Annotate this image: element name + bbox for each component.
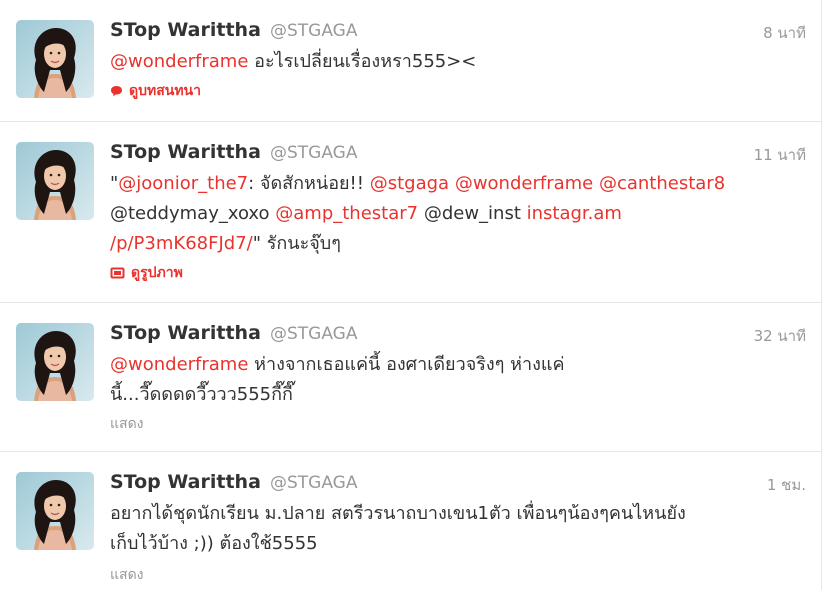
tweet-text-line: "@joonior_the7: จัดสักหน่อย!! @stgaga @w…: [110, 169, 802, 199]
tweet-item[interactable]: STop Warittha @STGAGA 11 นาที "@joonior_…: [0, 122, 822, 303]
tweet-fullname[interactable]: STop Warittha: [110, 19, 261, 41]
tweet-text-segment: : จัดสักหน่อย!!: [248, 173, 370, 194]
tweet-fullname[interactable]: STop Warittha: [110, 322, 261, 344]
tweet-header: STop Warittha @STGAGA 11 นาที: [110, 141, 806, 169]
tweet-timestamp[interactable]: 11 นาที: [754, 143, 806, 167]
mention-link[interactable]: @wonderframe: [110, 51, 248, 72]
tweet-text-line: นี้...วี๊ดดดดวี๊ววว555กี๊กี๊: [110, 380, 802, 410]
expand-tweet-link[interactable]: แสดง: [110, 564, 144, 586]
tweet-item[interactable]: STop Warittha @STGAGA 8 นาที @wonderfram…: [0, 0, 822, 122]
speech-bubble-icon: [111, 86, 122, 97]
avatar[interactable]: [16, 20, 94, 98]
tweet-header: STop Warittha @STGAGA 8 นาที: [110, 19, 806, 47]
mention-link[interactable]: @wonderframe: [110, 354, 248, 375]
mention-link[interactable]: @stgaga: [370, 173, 449, 194]
tweet-fullname[interactable]: STop Warittha: [110, 141, 261, 163]
tweet-username[interactable]: @STGAGA: [270, 21, 357, 41]
mention-link[interactable]: @canthestar8: [599, 173, 725, 194]
photo-icon: [110, 267, 125, 279]
tweet-text-segment: " รักนะจุ๊บๆ: [252, 233, 341, 254]
avatar[interactable]: [16, 323, 94, 401]
tweet-text-line: /p/P3mK68FJd7/" รักนะจุ๊บๆ: [110, 229, 802, 259]
tweet-item[interactable]: STop Warittha @STGAGA 32 นาที @wonderfra…: [0, 303, 822, 452]
tweet-text-segment: นี้...วี๊ดดดดวี๊ววว555กี๊กี๊: [110, 384, 293, 405]
mention-link[interactable]: @wonderframe: [455, 173, 593, 194]
tweet-text: @wonderframe อะไรเปลี่ยนเรื่องหรา555><: [110, 47, 802, 77]
tweet-text: อยากได้ชุดนักเรียน ม.ปลาย สตรีวรนาถบางเข…: [110, 499, 802, 559]
tweet-text-segment: อยากได้ชุดนักเรียน ม.ปลาย สตรีวรนาถบางเข…: [110, 503, 686, 524]
tweet-header: STop Warittha @STGAGA 32 นาที: [110, 322, 806, 350]
tweet-fullname[interactable]: STop Warittha: [110, 471, 261, 493]
tweet-timestamp[interactable]: 32 นาที: [754, 324, 806, 348]
tweet-text-segment: อะไรเปลี่ยนเรื่องหรา555><: [248, 51, 477, 72]
tweet-text-segment: @teddymay_xoxo: [110, 203, 276, 224]
tweet-text-segment: @dew_inst: [418, 203, 527, 224]
avatar[interactable]: [16, 142, 94, 220]
tweet-item[interactable]: STop Warittha @STGAGA 1 ชม. อยากได้ชุดนั…: [0, 452, 822, 590]
action-label: ดูบทสนทนา: [129, 83, 201, 99]
tweet-text-segment: ห่างจากเธอแค่นี้ องศาเดียวจริงๆ ห่างแค่: [248, 354, 565, 375]
tweet-timestamp[interactable]: 8 นาที: [763, 21, 806, 45]
tweet-timestamp[interactable]: 1 ชม.: [767, 473, 806, 497]
tweet-text-line: เก็บไว้บ้าง ;)) ต้องใช้5555: [110, 529, 802, 559]
view-photo-link[interactable]: ดูรูปภาพ: [110, 262, 183, 284]
tweet-username[interactable]: @STGAGA: [270, 324, 357, 344]
tweet-text-line: @teddymay_xoxo @amp_thestar7 @dew_inst i…: [110, 199, 802, 229]
tweet-header: STop Warittha @STGAGA 1 ชม.: [110, 471, 806, 499]
tweet-text: @wonderframe ห่างจากเธอแค่นี้ องศาเดียวจ…: [110, 350, 802, 410]
tweet-text-line: @wonderframe ห่างจากเธอแค่นี้ องศาเดียวจ…: [110, 350, 802, 380]
tweet-timeline: STop Warittha @STGAGA 8 นาที @wonderfram…: [0, 0, 822, 590]
action-label: ดูรูปภาพ: [131, 265, 183, 281]
mention-link[interactable]: @joonior_the7: [118, 173, 248, 194]
tweet-username[interactable]: @STGAGA: [270, 143, 357, 163]
avatar[interactable]: [16, 472, 94, 550]
tweet-text-segment: เก็บไว้บ้าง ;)) ต้องใช้5555: [110, 533, 318, 554]
tweet-text-line: @wonderframe อะไรเปลี่ยนเรื่องหรา555><: [110, 47, 802, 77]
tweet-username[interactable]: @STGAGA: [270, 473, 357, 493]
action-label: แสดง: [110, 416, 144, 432]
view-conversation-link[interactable]: ดูบทสนทนา: [110, 80, 201, 102]
action-label: แสดง: [110, 567, 144, 583]
url-link[interactable]: /p/P3mK68FJd7/: [110, 233, 253, 254]
mention-link[interactable]: @amp_thestar7: [275, 203, 418, 224]
expand-tweet-link[interactable]: แสดง: [110, 413, 144, 435]
tweet-text: "@joonior_the7: จัดสักหน่อย!! @stgaga @w…: [110, 169, 802, 259]
url-link[interactable]: instagr.am: [527, 203, 622, 224]
tweet-text-line: อยากได้ชุดนักเรียน ม.ปลาย สตรีวรนาถบางเข…: [110, 499, 802, 529]
